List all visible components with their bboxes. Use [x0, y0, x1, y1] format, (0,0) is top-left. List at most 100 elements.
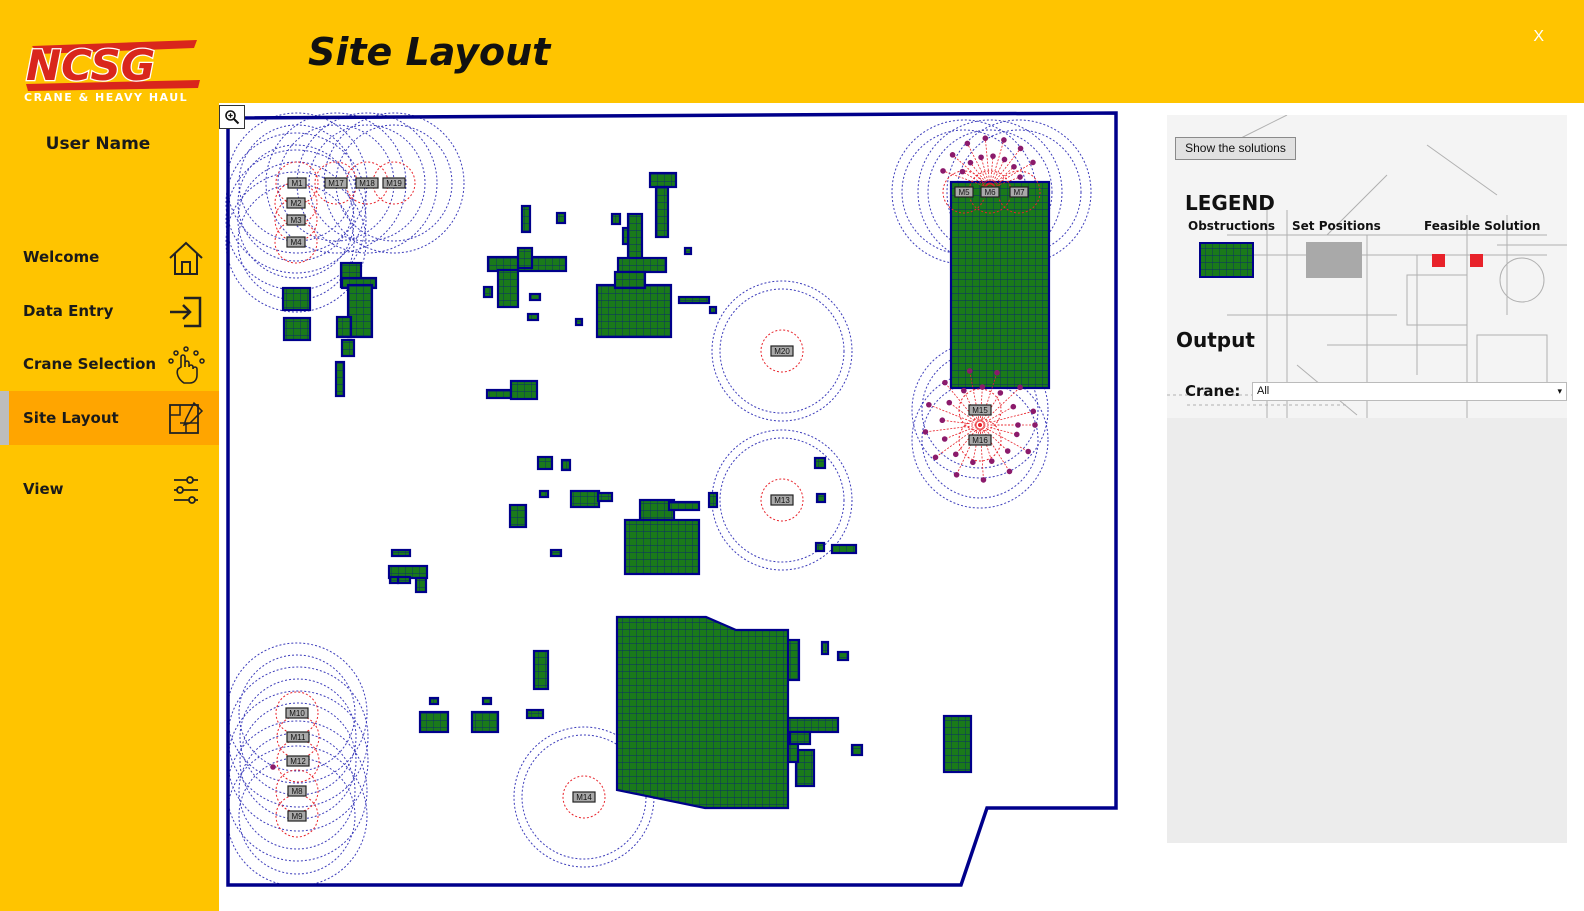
obstruction — [525, 708, 545, 720]
obstruction — [574, 317, 584, 327]
home-icon — [169, 241, 203, 275]
solution-point — [970, 459, 976, 466]
zoom-in-icon — [225, 110, 240, 125]
set-position-label: M6 — [984, 188, 996, 197]
set-position-marker: M12 — [286, 755, 310, 767]
crane-label: Crane: — [1185, 382, 1241, 400]
show-solutions-button[interactable]: Show the solutions — [1175, 137, 1296, 160]
obstruction — [648, 171, 678, 189]
solution-point — [959, 168, 966, 175]
set-position-marker: M18 — [355, 177, 379, 189]
set-position-label: M20 — [774, 347, 790, 356]
solution-point — [1017, 174, 1023, 180]
obstruction — [814, 541, 826, 553]
set-position-label: M7 — [1013, 188, 1025, 197]
obstruction — [942, 714, 973, 774]
solution-point — [939, 417, 946, 424]
solution-point — [1001, 156, 1008, 163]
obstruction — [813, 456, 827, 470]
header-bar: Site Layout X — [219, 0, 1584, 103]
set-position-label: M15 — [972, 406, 988, 415]
obstruction — [388, 575, 400, 585]
set-position-marker: M2 — [286, 197, 306, 209]
legend-title: LEGEND — [1185, 191, 1275, 215]
solution-point — [961, 387, 967, 394]
nav-welcome[interactable]: Welcome — [0, 230, 219, 284]
app-window: NCSG CRANE & HEAVY HAUL User Name Welcom… — [0, 0, 1584, 911]
set-position-marker: M15 — [968, 404, 992, 416]
set-position-label: M11 — [291, 733, 307, 742]
nav-site-layout[interactable]: Site Layout — [0, 391, 219, 445]
set-position-label: M1 — [291, 179, 303, 188]
solution-point — [1017, 145, 1024, 152]
solution-point — [967, 159, 974, 166]
obstruction — [830, 543, 858, 555]
sidebar: NCSG CRANE & HEAVY HAUL User Name Welcom… — [0, 0, 219, 911]
touch-hand-icon — [168, 346, 205, 384]
nav-view-label: View — [23, 480, 64, 498]
set-position-marker: M10 — [285, 707, 309, 719]
set-position-marker: M16 — [968, 434, 992, 446]
obstruction — [335, 315, 353, 339]
nav-view[interactable]: View — [0, 462, 219, 516]
output-title: Output — [1176, 328, 1255, 352]
obstruction — [470, 710, 500, 734]
obstruction — [334, 360, 346, 398]
solution-point — [979, 384, 986, 390]
crane-select[interactable]: All ▾ — [1252, 382, 1567, 401]
solution-point — [997, 390, 1004, 396]
legend-feasible-swatch-2 — [1470, 254, 1483, 267]
obstruction — [282, 316, 312, 342]
obstruction — [496, 268, 520, 309]
set-position-marker: M20 — [770, 345, 794, 357]
zoom-in-button[interactable] — [219, 105, 245, 129]
sign-in-icon — [170, 296, 202, 328]
solution-point — [994, 369, 1000, 376]
nav-data-entry[interactable]: Data Entry — [0, 284, 219, 338]
obstruction — [340, 338, 356, 358]
solution-point — [1030, 159, 1036, 166]
site-layout-canvas[interactable]: M1 M2 M3 M4 M5 M6 M7 M8 M9 M10 M11 M12 M13 M14 M15 M16 M… — [219, 105, 1129, 895]
obstruction — [516, 246, 534, 270]
set-position-label: M2 — [290, 199, 302, 208]
solution-point — [1006, 468, 1013, 475]
legend-set-position-swatch — [1306, 242, 1362, 278]
obstruction — [683, 246, 693, 256]
obstruction — [414, 576, 428, 594]
close-button[interactable]: X — [1533, 28, 1544, 46]
nav-crane-selection-label: Crane Selection — [23, 355, 157, 373]
obstruction — [788, 730, 812, 746]
set-position-marker: M4 — [286, 236, 306, 248]
obstruction — [569, 489, 601, 509]
obstruction — [786, 742, 800, 764]
obstruction — [836, 650, 850, 662]
solution-point — [1010, 403, 1017, 410]
set-position-marker: M5 — [954, 186, 974, 198]
sliders-icon — [174, 476, 198, 504]
set-position-marker: M8 — [287, 785, 307, 797]
set-position-marker: M11 — [286, 731, 310, 743]
solution-point — [966, 368, 973, 374]
obstruction — [667, 500, 701, 512]
blueprint-icon — [169, 401, 204, 434]
set-position-label: M10 — [289, 709, 305, 718]
obstruction — [616, 256, 668, 274]
set-position-label: M13 — [774, 496, 790, 505]
set-position-label: M4 — [290, 238, 302, 247]
set-position-label: M8 — [291, 787, 303, 796]
obstruction — [485, 388, 513, 400]
obstruction — [949, 180, 1051, 390]
solution-point — [1011, 163, 1017, 170]
legend-obstructions-label: Obstructions — [1188, 219, 1276, 233]
solution-point — [946, 399, 953, 406]
solution-point — [1017, 384, 1023, 391]
set-position-marker: M19 — [382, 177, 406, 189]
solution-point — [926, 401, 932, 408]
nav-crane-selection[interactable]: Crane Selection — [0, 337, 219, 391]
chevron-down-icon: ▾ — [1557, 386, 1562, 396]
obstruction — [626, 212, 644, 262]
obstruction — [428, 696, 440, 706]
solution-point — [952, 451, 959, 458]
obstruction — [418, 710, 450, 734]
solution-point — [1015, 422, 1021, 428]
